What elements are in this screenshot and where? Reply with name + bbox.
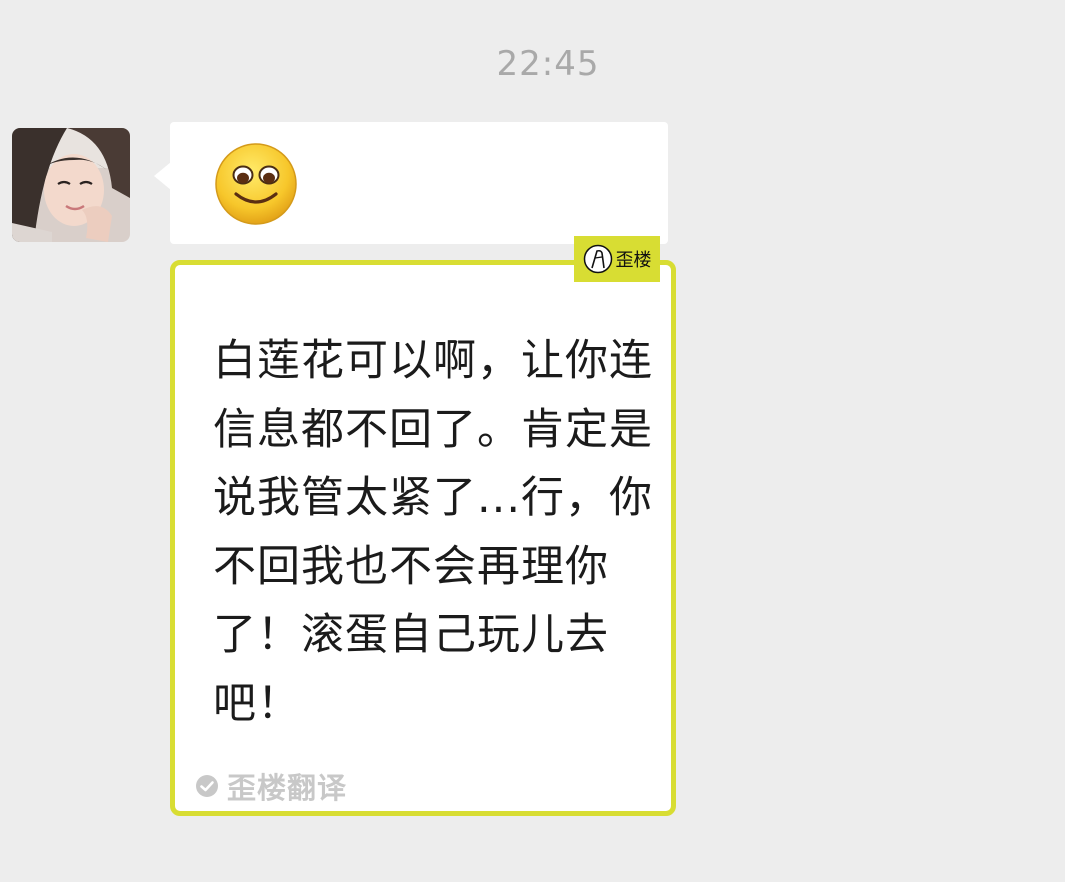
avatar-photo	[12, 128, 130, 242]
check-circle-icon	[196, 775, 218, 797]
translation-footer-label: 歪楼翻译	[227, 771, 348, 805]
message-bubble[interactable]	[170, 122, 668, 244]
translation-card: 白莲花可以啊，让你连信息都不回了。肯定是说我管太紧了...行，你不回我也不会再理…	[170, 260, 676, 816]
bubble-tail	[154, 162, 171, 190]
smiling-face-icon	[215, 143, 297, 225]
tower-logo-icon	[583, 244, 612, 274]
translation-badge: 歪楼	[574, 236, 660, 282]
badge-label: 歪楼	[615, 250, 652, 271]
translation-footer: 歪楼翻译	[195, 765, 347, 807]
message-timestamp: 22:45	[496, 44, 600, 84]
translation-text: 白莲花可以啊，让你连信息都不回了。肯定是说我管太紧了...行，你不回我也不会再理…	[213, 336, 654, 729]
avatar[interactable]	[12, 128, 130, 242]
